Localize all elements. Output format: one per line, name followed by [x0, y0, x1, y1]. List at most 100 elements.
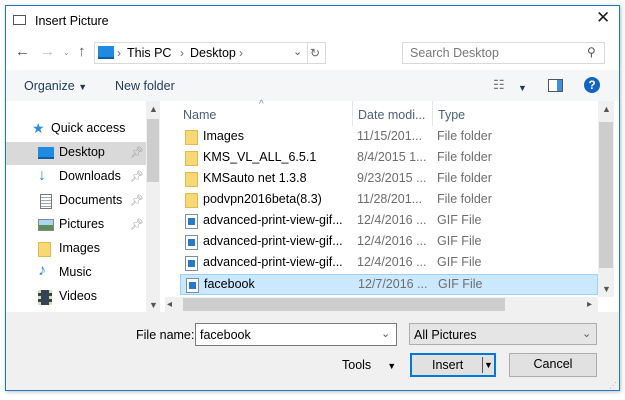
file-date: 12/7/2016 ... — [358, 277, 428, 291]
sidebar-item-downloads[interactable]: ↓ Downloads 📌︎ — [6, 166, 146, 189]
breadcrumb-desktop[interactable]: Desktop — [190, 45, 236, 61]
file-row[interactable]: facebook 12/7/2016 ... GIF File — [180, 274, 598, 295]
file-date: 12/4/2016 ... — [357, 213, 427, 227]
file-date: 12/4/2016 ... — [357, 234, 427, 248]
breadcrumb-this-pc[interactable]: This PC — [127, 45, 171, 61]
file-date: 9/23/2015 ... — [357, 171, 427, 185]
close-icon[interactable]: ✕ — [596, 9, 610, 26]
tools-label: Tools — [342, 358, 372, 372]
back-icon[interactable]: ← — [15, 44, 30, 60]
file-type: GIF File — [437, 234, 482, 248]
sidebar-item-label: Quick access — [51, 121, 126, 135]
file-date: 8/4/2015 1... — [357, 150, 427, 164]
view-options-icon[interactable]: ☷ — [493, 77, 505, 93]
download-icon: ↓ — [38, 167, 46, 184]
file-row[interactable]: KMSauto net 1.3.8 9/23/2015 ... File fol… — [180, 169, 598, 190]
column-name[interactable]: Name — [183, 107, 216, 123]
file-type-value: All Pictures — [414, 328, 477, 342]
file-type: GIF File — [437, 255, 482, 269]
document-icon — [40, 194, 52, 209]
search-input[interactable]: Search Desktop ⚲ — [402, 42, 605, 64]
search-placeholder: Search Desktop — [410, 46, 499, 60]
chevron-down-icon: ⌄ — [582, 328, 592, 340]
forward-icon[interactable]: → — [40, 44, 55, 60]
gif-file-icon — [185, 214, 198, 229]
sidebar-item-desktop[interactable]: Desktop 📌︎ — [6, 142, 146, 165]
file-row[interactable]: advanced-print-view-gif... 12/4/2016 ...… — [180, 253, 598, 274]
column-date[interactable]: Date modi... — [358, 107, 425, 123]
file-name: advanced-print-view-gif... — [203, 255, 343, 269]
resize-grip-icon[interactable]: ⋰ — [609, 378, 617, 394]
sidebar-item-label: Documents — [59, 193, 123, 207]
new-folder-button[interactable]: New folder — [115, 78, 175, 94]
file-row[interactable]: advanced-print-view-gif... 12/4/2016 ...… — [180, 232, 598, 253]
music-icon: ♪ — [38, 262, 46, 279]
file-name: advanced-print-view-gif... — [203, 213, 343, 227]
file-name-input[interactable]: facebook ⌄ — [195, 323, 397, 346]
help-icon[interactable]: ? — [584, 77, 600, 93]
file-list-vscrollbar[interactable]: ▲ ▼ — [598, 101, 614, 297]
sidebar-item-label: Desktop — [59, 145, 105, 159]
insert-label: Insert — [432, 358, 464, 372]
star-icon: ★ — [32, 120, 45, 136]
window-title: Insert Picture — [35, 14, 109, 28]
file-row[interactable]: Images 11/15/201... File folder — [180, 127, 598, 148]
recent-dropdown-icon[interactable]: ⌄ — [63, 45, 70, 61]
sidebar-item-label: Pictures — [59, 217, 105, 231]
sidebar-item-pictures[interactable]: Pictures 📌︎ — [6, 214, 146, 237]
organize-button[interactable]: Organize ▼ — [24, 78, 87, 95]
chevron-down-icon[interactable]: ⌄ — [381, 326, 390, 342]
insert-button[interactable]: Insert ▼ — [410, 353, 496, 377]
nav-pane-scrollbar[interactable]: ▲ ▼ — [146, 101, 160, 312]
folder-icon — [185, 151, 198, 166]
preview-pane-icon[interactable] — [548, 79, 563, 92]
tools-button[interactable]: Tools ▼ — [342, 357, 396, 374]
gif-file-icon — [185, 256, 198, 271]
file-name-value: facebook — [200, 328, 251, 342]
file-type: File folder — [437, 192, 492, 206]
file-date: 11/15/201... — [357, 129, 423, 143]
gif-file-icon — [185, 235, 198, 250]
pin-icon[interactable]: 📌︎ — [130, 194, 144, 207]
pin-icon[interactable]: 📌︎ — [130, 170, 144, 183]
file-type: File folder — [437, 129, 492, 143]
this-pc-icon — [98, 46, 114, 59]
pin-icon[interactable]: 📌︎ — [130, 146, 144, 159]
folder-icon — [185, 130, 198, 145]
sidebar-item-documents[interactable]: Documents 📌︎ — [6, 190, 146, 213]
up-icon[interactable]: ↑ — [78, 44, 86, 60]
search-icon[interactable]: ⚲ — [587, 44, 596, 60]
cancel-button[interactable]: Cancel — [509, 353, 597, 377]
file-row[interactable]: KMS_VL_ALL_6.5.1 8/4/2015 1... File fold… — [180, 148, 598, 169]
file-name: facebook — [204, 277, 255, 291]
file-row[interactable]: advanced-print-view-gif... 12/4/2016 ...… — [180, 211, 598, 232]
address-dropdown-icon[interactable]: ⌄ — [293, 44, 302, 60]
column-type[interactable]: Type — [438, 107, 465, 123]
file-list-hscrollbar[interactable]: ◂ ▸ — [165, 297, 598, 312]
folder-icon — [38, 242, 51, 257]
pin-icon[interactable]: 📌︎ — [130, 218, 144, 231]
refresh-icon[interactable]: ↻ — [310, 45, 320, 61]
scrollbar-thumb[interactable] — [183, 298, 505, 311]
file-type: GIF File — [438, 277, 483, 291]
file-type: GIF File — [437, 213, 482, 227]
sidebar-item-music[interactable]: ♪ Music — [6, 262, 146, 285]
address-bar[interactable]: › This PC › Desktop › ⌄ ↻ — [94, 42, 326, 64]
scrollbar-thumb[interactable] — [147, 119, 159, 182]
sidebar-item-images[interactable]: Images — [6, 238, 146, 261]
file-name: KMSauto net 1.3.8 — [203, 171, 307, 185]
desktop-icon — [38, 147, 54, 159]
sidebar-item-label: Images — [59, 241, 100, 255]
insert-dropdown-icon[interactable]: ▼ — [484, 357, 493, 373]
video-icon — [38, 290, 52, 305]
scrollbar-thumb[interactable] — [599, 122, 613, 268]
file-type-select[interactable]: All Pictures ⌄ — [409, 323, 597, 345]
file-date: 11/28/201... — [357, 192, 423, 206]
view-dropdown-icon[interactable]: ▼ — [518, 80, 527, 96]
pictures-icon — [38, 219, 54, 231]
file-row[interactable]: podvpn2016beta(8.3) 11/28/201... File fo… — [180, 190, 598, 211]
file-name: podvpn2016beta(8.3) — [203, 192, 322, 206]
sidebar-item-quick-access[interactable]: ★ Quick access — [6, 118, 146, 141]
sidebar-item-videos[interactable]: Videos — [6, 286, 146, 309]
column-header: ^ Name Date modi... Type — [165, 99, 598, 126]
